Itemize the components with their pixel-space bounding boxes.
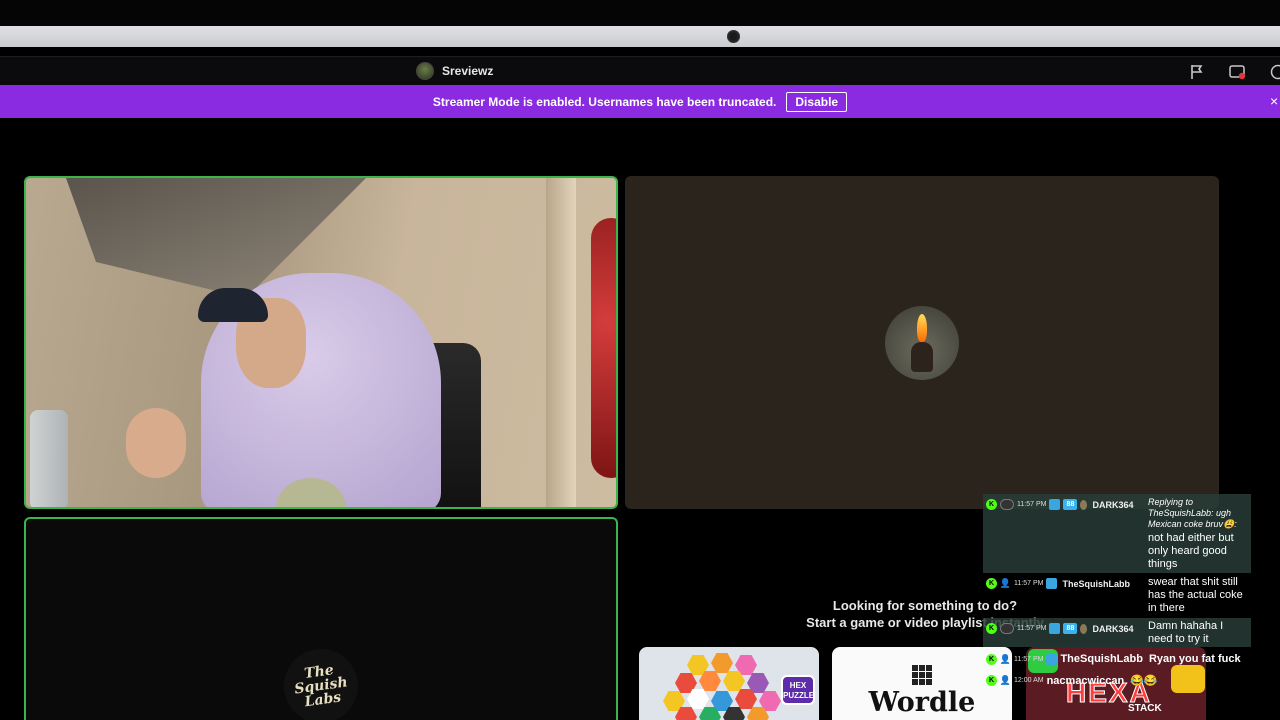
squish-labs-logo: The Squish Labs bbox=[279, 644, 363, 720]
banner-text: Streamer Mode is enabled. Usernames have… bbox=[432, 94, 777, 109]
channel-avatar bbox=[416, 62, 434, 80]
grid-cell bbox=[919, 665, 925, 671]
hexa-subtitle: STACK bbox=[1128, 703, 1162, 714]
hex-puzzle-badge: HEX PUZZLE bbox=[781, 675, 815, 705]
username[interactable]: DARK364 bbox=[1092, 624, 1133, 634]
hammer-badge-icon bbox=[1049, 499, 1061, 510]
logo-line: Labs bbox=[303, 689, 343, 711]
screen: Sreviewz Streamer Mode is enabled. Usern… bbox=[0, 0, 1280, 720]
scene-bottle bbox=[30, 410, 68, 507]
flame-shape bbox=[917, 314, 927, 342]
hammer-badge-icon bbox=[1046, 578, 1058, 589]
kick-badge-icon: K bbox=[986, 499, 997, 510]
video-tile-squish-labs[interactable]: The Squish Labs bbox=[24, 517, 618, 720]
flag-icon[interactable] bbox=[1188, 63, 1206, 81]
channel-header[interactable]: Sreviewz bbox=[416, 62, 493, 80]
kick-badge-icon: K bbox=[986, 675, 997, 686]
kick-badge-icon: K bbox=[986, 623, 997, 634]
user-avatar bbox=[1000, 623, 1014, 634]
chat-message: K 11:57 PM 88 DARK364 Replying to TheSqu… bbox=[983, 494, 1251, 573]
drop-badge-icon bbox=[1080, 623, 1088, 634]
message-text: Damn hahaha I need to try it bbox=[1148, 620, 1224, 645]
grid-cell bbox=[919, 679, 925, 685]
sub-badge-icon: 88 bbox=[1063, 623, 1078, 634]
chat-message: K 👤 12:00 AM nacmacwiccan 😂😂 bbox=[983, 672, 1251, 694]
sub-badge-icon: 88 bbox=[1063, 499, 1078, 510]
chat-overlay: K 11:57 PM 88 DARK364 Replying to TheSqu… bbox=[983, 494, 1251, 694]
message-text: swear that shit still has the actual cok… bbox=[1148, 576, 1243, 614]
user-icon: 👤 bbox=[999, 653, 1012, 664]
video-tile-camera[interactable] bbox=[24, 176, 618, 509]
camera-feed bbox=[26, 178, 616, 507]
timestamp: 11:57 PM bbox=[1014, 655, 1044, 663]
record-icon[interactable] bbox=[1229, 63, 1247, 81]
message-meta: K 11:57 PM 88 DARK364 bbox=[986, 499, 1133, 510]
timestamp: 12:00 AM bbox=[1014, 677, 1044, 684]
timestamp: 11:57 PM bbox=[1017, 625, 1047, 632]
timestamp: 11:57 PM bbox=[1014, 580, 1044, 587]
kick-badge-icon: K bbox=[986, 653, 997, 665]
drop-badge-icon bbox=[1080, 499, 1088, 510]
grid-cell bbox=[912, 672, 918, 678]
timestamp: 11:57 PM bbox=[1017, 501, 1047, 508]
browser-strip bbox=[0, 26, 1280, 47]
wordle-grid-icon bbox=[912, 665, 932, 685]
banner-close-icon[interactable]: × bbox=[1270, 93, 1280, 109]
scene-cap bbox=[198, 288, 268, 322]
chat-message: K 👤 11:57 PM TheSquishLabb swear that sh… bbox=[983, 573, 1251, 618]
figure-shape bbox=[911, 342, 933, 372]
grid-cell bbox=[926, 665, 932, 671]
disable-button[interactable]: Disable bbox=[786, 91, 848, 112]
message-text: not had either but only heard good thing… bbox=[1148, 532, 1234, 570]
participant-avatar bbox=[885, 306, 959, 380]
username[interactable]: TheSquishLabb bbox=[1060, 653, 1143, 665]
grid-cell bbox=[919, 672, 925, 678]
webcam-dot bbox=[727, 30, 740, 43]
reply-context: Replying to TheSquishLabb: ugh Mexican c… bbox=[1148, 497, 1237, 529]
user-icon: 👤 bbox=[999, 578, 1012, 588]
hex-tile bbox=[711, 653, 733, 673]
streamer-mode-banner: Streamer Mode is enabled. Usernames have… bbox=[0, 85, 1280, 118]
message-text: 😂😂 bbox=[1130, 675, 1158, 687]
video-tile-participant[interactable] bbox=[625, 176, 1219, 509]
hammer-badge-icon bbox=[1046, 653, 1058, 665]
top-bezel bbox=[0, 0, 1280, 26]
username[interactable]: nacmacwiccan bbox=[1047, 675, 1125, 687]
activity-card-hex-puzzle[interactable]: HEX PUZZLE bbox=[639, 647, 819, 720]
message-meta: K 11:57 PM 88 DARK364 bbox=[986, 623, 1133, 634]
message-text: Ryan you fat fuck bbox=[1148, 653, 1241, 665]
user-avatar bbox=[1000, 499, 1014, 510]
message-meta: K 👤 11:57 PM TheSquishLabb bbox=[986, 578, 1130, 589]
scene-red-object bbox=[591, 218, 616, 478]
kick-badge-icon: K bbox=[986, 578, 997, 589]
titlebar: Sreviewz bbox=[0, 56, 1280, 85]
scene-door bbox=[546, 178, 576, 507]
username[interactable]: DARK364 bbox=[1092, 500, 1133, 510]
message-meta: K 👤 12:00 AM nacmacwiccan 😂😂 bbox=[986, 674, 1158, 687]
chat-message: K 👤 11:57 PM TheSquishLabb Ryan you fat … bbox=[983, 647, 1251, 672]
grid-cell bbox=[912, 679, 918, 685]
channel-name: Sreviewz bbox=[442, 64, 494, 78]
grid-cell bbox=[912, 665, 918, 671]
user-icon: 👤 bbox=[999, 675, 1012, 685]
grid-cell bbox=[926, 679, 932, 685]
scene-hand bbox=[126, 408, 186, 478]
help-icon[interactable] bbox=[1269, 63, 1280, 81]
username[interactable]: TheSquishLabb bbox=[1062, 579, 1130, 589]
hammer-badge-icon bbox=[1049, 623, 1061, 634]
grid-cell bbox=[926, 672, 932, 678]
chat-message: K 11:57 PM 88 DARK364 Damn hahaha I need… bbox=[983, 618, 1251, 647]
message-meta: K 👤 11:57 PM TheSquishLabb Ryan you fat … bbox=[986, 653, 1241, 665]
